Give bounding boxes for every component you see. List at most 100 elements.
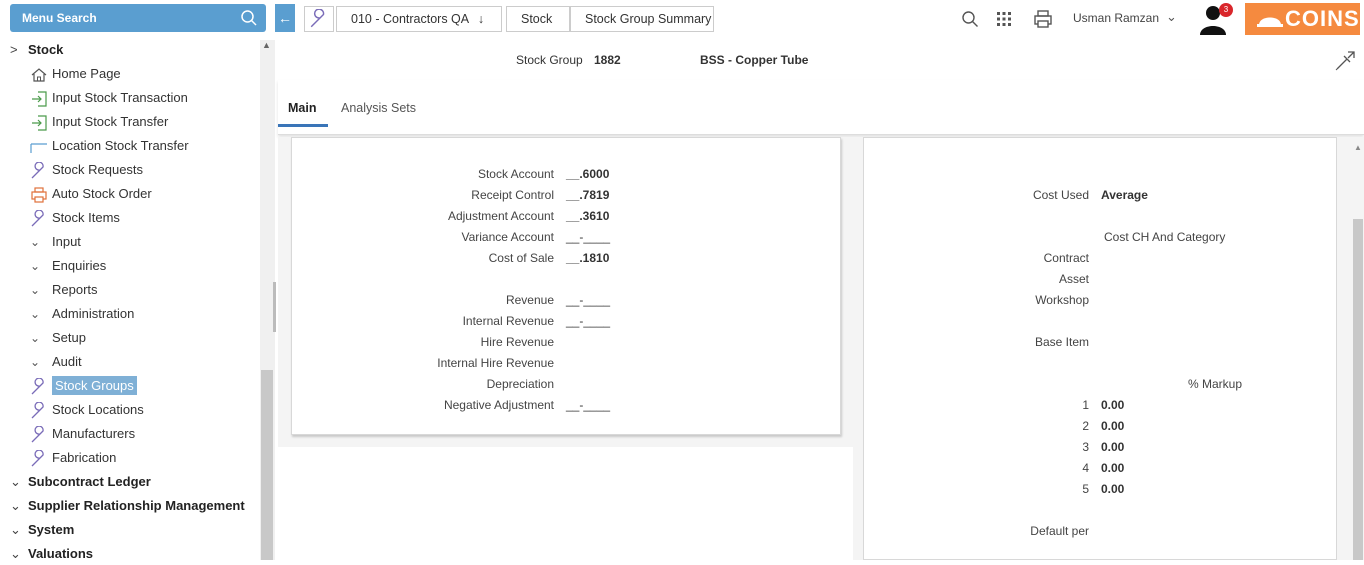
hard-hat-icon: [1257, 17, 1283, 27]
sidebar-item-label: Supplier Relationship Management: [28, 498, 245, 513]
sidebar-item-stock[interactable]: > Stock: [10, 39, 63, 61]
field-row: Negative Adjustment __-____: [292, 398, 610, 416]
home-icon: [30, 64, 52, 86]
sidebar-item-audit[interactable]: ⌄ Audit: [30, 351, 82, 373]
search-icon[interactable]: [961, 10, 979, 31]
sidebar-item-label: Home Page: [52, 66, 121, 81]
chevron-down-icon: ⌄: [30, 331, 41, 345]
tab-main[interactable]: Main: [288, 101, 316, 115]
sidebar-item-manufacturers[interactable]: Manufacturers: [30, 423, 135, 445]
sidebar-item-label: Stock Groups: [52, 376, 137, 395]
markup-index: 5: [1082, 482, 1089, 496]
markup-value: 0.00: [1101, 461, 1125, 475]
enter-icon: [30, 112, 52, 134]
tab-analysis-sets[interactable]: Analysis Sets: [341, 101, 416, 115]
sidebar-item-label: Manufacturers: [52, 426, 136, 441]
content-scroll-thumb[interactable]: [1353, 219, 1363, 560]
field-row: Default per: [864, 524, 1089, 542]
field-value: __-____: [566, 230, 611, 244]
coins-logo: COINS: [1245, 3, 1360, 35]
sidebar-item-system[interactable]: ⌄ System: [10, 519, 74, 541]
breadcrumb-stock-label: Stock: [521, 12, 553, 26]
field-value: __.3610: [566, 209, 610, 223]
sidebar-item-home-page[interactable]: Home Page: [30, 63, 121, 85]
sidebar-item-label: Subcontract Ledger: [28, 474, 151, 489]
sidebar-item-administration[interactable]: ⌄ Administration: [30, 303, 134, 325]
sidebar-item-subcontract-ledger[interactable]: ⌄ Subcontract Ledger: [10, 471, 151, 493]
field-label: Adjustment Account: [447, 209, 554, 223]
sidebar-item-label: Stock: [28, 42, 64, 57]
field-row: Hire Revenue: [292, 335, 554, 353]
sidebar-item-label: Setup: [52, 330, 86, 345]
sidebar-item-label: System: [28, 522, 75, 537]
wrench-icon: [30, 208, 52, 230]
sidebar-item-stock-groups[interactable]: Stock Groups: [30, 375, 137, 397]
stock-group-code: 1882: [594, 53, 621, 67]
printer-icon: [30, 184, 52, 206]
field-row: Base Item: [864, 335, 1089, 353]
wrench-icon: [30, 376, 52, 398]
chevron-right-icon: >: [10, 42, 18, 57]
field-value: Average: [1101, 188, 1148, 202]
markup-row: 4 0.00: [864, 461, 1124, 479]
notification-badge[interactable]: 3: [1219, 3, 1233, 17]
sidebar-item-stock-locations[interactable]: Stock Locations: [30, 399, 144, 421]
field-row: Adjustment Account __.3610: [292, 209, 609, 227]
tools-button[interactable]: [304, 6, 334, 32]
chevron-down-icon: ⌄: [30, 307, 41, 321]
field-value: __.6000: [566, 167, 610, 181]
sidebar-item-location-stock-transfer[interactable]: Location Stock Transfer: [30, 135, 189, 157]
sidebar-item-stock-requests[interactable]: Stock Requests: [30, 159, 143, 181]
field-row: Workshop: [864, 293, 1089, 311]
search-icon[interactable]: [240, 9, 258, 30]
wrench-icon: [30, 160, 52, 182]
sidebar-item-label: Audit: [52, 354, 82, 369]
sidebar-item-fabrication[interactable]: Fabrication: [30, 447, 116, 469]
breadcrumb-company-label: 010 - Contractors QA: [351, 12, 469, 26]
record-header: Stock Group 1882 BSS - Copper Tube: [278, 40, 1364, 80]
field-label: Cost of Sale: [488, 251, 554, 265]
markup-index: 3: [1082, 440, 1089, 454]
sidebar-item-setup[interactable]: ⌄ Setup: [30, 327, 86, 349]
scroll-up-icon[interactable]: ▲: [262, 40, 271, 50]
sidebar-item-supplier-relationship-management[interactable]: ⌄ Supplier Relationship Management: [10, 495, 245, 517]
sidebar-item-label: Stock Requests: [52, 162, 144, 177]
field-label: Variance Account: [461, 230, 554, 244]
field-label: Revenue: [505, 293, 554, 307]
edit-expand-icon[interactable]: [1334, 50, 1356, 75]
chevron-down-icon: ⌄: [10, 546, 21, 561]
collapse-sidebar-button[interactable]: ←: [275, 4, 295, 32]
markup-value: 0.00: [1101, 482, 1125, 496]
sidebar-item-valuations[interactable]: ⌄ Valuations: [10, 543, 93, 565]
scroll-up-icon[interactable]: ▲: [1354, 143, 1362, 152]
field-value: __-____: [566, 314, 611, 328]
apps-grid-icon[interactable]: [995, 10, 1013, 31]
sidebar-item-enquiries[interactable]: ⌄ Enquiries: [30, 255, 106, 277]
sidebar-item-stock-items[interactable]: Stock Items: [30, 207, 120, 229]
sidebar-resize-handle[interactable]: [273, 282, 276, 332]
breadcrumb-stock-group-summary[interactable]: Stock Group Summary: [570, 6, 714, 32]
menu-search[interactable]: Menu Search: [10, 4, 266, 32]
sidebar-scroll-thumb[interactable]: [261, 370, 273, 560]
stock-group-label: Stock Group: [516, 53, 583, 67]
sidebar-item-auto-stock-order[interactable]: Auto Stock Order: [30, 183, 152, 205]
user-name[interactable]: Usman Ramzan: [1073, 11, 1159, 25]
logo-text: COINS: [1285, 6, 1360, 31]
printer-icon[interactable]: [1033, 10, 1053, 31]
sidebar-item-label: Auto Stock Order: [52, 186, 152, 201]
sidebar-item-reports[interactable]: ⌄ Reports: [30, 279, 98, 301]
field-row: Internal Revenue __-____: [292, 314, 610, 332]
sidebar-item-label: Location Stock Transfer: [52, 138, 189, 153]
breadcrumb-company[interactable]: 010 - Contractors QA ↓: [336, 6, 502, 32]
wrench-icon: [309, 8, 329, 32]
field-label: Depreciation: [486, 377, 554, 391]
chevron-down-icon: ⌄: [10, 498, 21, 513]
breadcrumb-stock[interactable]: Stock: [506, 6, 570, 32]
sidebar-item-input-stock-transaction[interactable]: Input Stock Transaction: [30, 87, 188, 109]
sidebar-item-input-stock-transfer[interactable]: Input Stock Transfer: [30, 111, 168, 133]
field-label: Receipt Control: [471, 188, 554, 202]
field-label: Asset: [1058, 272, 1089, 286]
chevron-down-icon[interactable]: ⌄: [1166, 9, 1177, 25]
sidebar-item-label: Valuations: [28, 546, 94, 561]
sidebar-item-input[interactable]: ⌄ Input: [30, 231, 81, 253]
